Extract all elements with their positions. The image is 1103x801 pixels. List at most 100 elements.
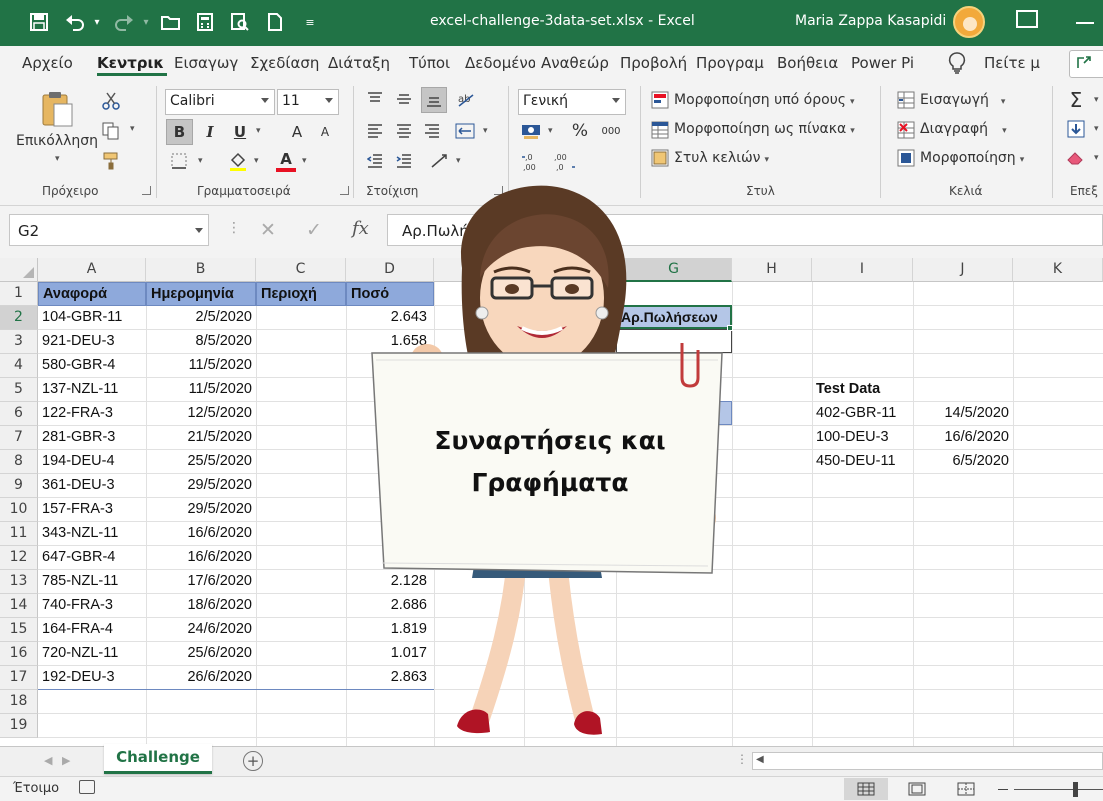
- tab-insert[interactable]: Εισαγωγ: [174, 54, 244, 72]
- column-header-h[interactable]: H: [732, 258, 812, 282]
- shrink-font-button[interactable]: A: [314, 119, 336, 145]
- cell-date[interactable]: 24/6/2020: [146, 618, 256, 642]
- test-data-date[interactable]: 6/5/2020: [913, 450, 1013, 474]
- test-data-reference[interactable]: 100-DEU-3: [812, 426, 913, 450]
- name-box[interactable]: G2: [9, 214, 209, 246]
- align-bottom-icon[interactable]: [421, 87, 447, 113]
- format-as-table-button[interactable]: Μορφοποίηση ως πίνακα ▾: [674, 121, 855, 137]
- sheet-tab-challenge[interactable]: Challenge: [104, 744, 212, 774]
- ribbon-display-options-icon[interactable]: [1016, 10, 1038, 28]
- zoom-slider-thumb[interactable]: [1073, 782, 1078, 797]
- test-data-date[interactable]: 16/6/2020: [913, 426, 1013, 450]
- horizontal-scrollbar[interactable]: [752, 752, 1103, 770]
- tab-home[interactable]: Κεντρικ: [97, 54, 167, 76]
- user-name[interactable]: Maria Zappa Kasapidi: [795, 13, 946, 29]
- align-top-icon[interactable]: [364, 88, 386, 110]
- cell-reference[interactable]: 343-NZL-11: [38, 522, 146, 546]
- tab-developer[interactable]: Προγραμ: [696, 54, 768, 72]
- percent-button[interactable]: %: [569, 119, 591, 143]
- row-header[interactable]: 14: [0, 594, 38, 618]
- column-header-k[interactable]: K: [1013, 258, 1103, 282]
- next-sheet-icon[interactable]: ▶: [62, 754, 70, 767]
- clear-dropdown-icon[interactable]: ▾: [1094, 153, 1099, 163]
- tab-formulas[interactable]: Τύποι: [409, 54, 457, 72]
- align-right-icon[interactable]: [421, 120, 443, 142]
- copy-icon[interactable]: [100, 120, 122, 142]
- italic-button[interactable]: I: [198, 119, 222, 145]
- conditional-formatting-button[interactable]: Μορφοποίηση υπό όρους ▾: [674, 92, 855, 108]
- align-middle-icon[interactable]: [393, 88, 415, 110]
- tell-me-search[interactable]: Πείτε μ: [984, 54, 1040, 72]
- cell-date[interactable]: 25/6/2020: [146, 642, 256, 666]
- redo-dropdown-icon[interactable]: ▾: [133, 9, 159, 35]
- cancel-entry-icon[interactable]: ✕: [260, 219, 276, 241]
- decrease-indent-icon[interactable]: [364, 150, 386, 172]
- page-layout-view-icon[interactable]: [895, 778, 939, 800]
- select-all-button[interactable]: [0, 258, 38, 282]
- cell-reference[interactable]: 137-NZL-11: [38, 378, 146, 402]
- row-header[interactable]: 11: [0, 522, 38, 546]
- align-left-icon[interactable]: [364, 120, 386, 142]
- increase-decimal-icon[interactable]: ,0,00: [520, 150, 546, 174]
- text-orientation-icon[interactable]: ab: [454, 88, 478, 110]
- test-data-reference[interactable]: 402-GBR-11: [812, 402, 913, 426]
- font-family-select[interactable]: Calibri: [165, 89, 275, 115]
- copy-dropdown-icon[interactable]: ▾: [130, 124, 135, 134]
- format-painter-icon[interactable]: [100, 150, 122, 172]
- lightbulb-icon[interactable]: [948, 52, 968, 76]
- add-sheet-button[interactable]: +: [243, 751, 263, 771]
- column-header-i[interactable]: I: [812, 258, 913, 282]
- wrap-text-icon[interactable]: [453, 120, 477, 142]
- cell-date[interactable]: 25/5/2020: [146, 450, 256, 474]
- row-header[interactable]: 19: [0, 714, 38, 738]
- borders-icon[interactable]: [168, 150, 190, 172]
- row-header[interactable]: 8: [0, 450, 38, 474]
- scroll-left-icon[interactable]: ◀: [756, 754, 764, 765]
- row-header[interactable]: 16: [0, 642, 38, 666]
- customize-toolbar-icon[interactable]: ≡: [297, 9, 323, 35]
- row-header[interactable]: 9: [0, 474, 38, 498]
- autosum-icon[interactable]: Σ: [1064, 88, 1088, 112]
- row-header[interactable]: 6: [0, 402, 38, 426]
- print-preview-icon[interactable]: [227, 9, 253, 35]
- row-header[interactable]: 5: [0, 378, 38, 402]
- undo-dropdown-icon[interactable]: ▾: [84, 9, 110, 35]
- column-header-c[interactable]: C: [256, 258, 346, 282]
- decrease-decimal-icon[interactable]: ,00,0: [551, 150, 577, 174]
- insert-cells-button[interactable]: Εισαγωγή ▾: [920, 92, 1005, 108]
- align-center-icon[interactable]: [393, 120, 415, 142]
- calculator-icon[interactable]: [192, 9, 218, 35]
- borders-dropdown-icon[interactable]: ▾: [198, 156, 203, 166]
- row-header[interactable]: 15: [0, 618, 38, 642]
- row-header[interactable]: 7: [0, 426, 38, 450]
- cell-reference[interactable]: 164-FRA-4: [38, 618, 146, 642]
- accessibility-icon[interactable]: [79, 780, 95, 794]
- cell-date[interactable]: 18/6/2020: [146, 594, 256, 618]
- format-cells-icon[interactable]: [896, 148, 916, 168]
- tab-data[interactable]: Δεδομένα: [465, 54, 535, 72]
- test-data-reference[interactable]: 450-DEU-11: [812, 450, 913, 474]
- column-header-j[interactable]: J: [913, 258, 1013, 282]
- row-header[interactable]: 12: [0, 546, 38, 570]
- format-as-table-icon[interactable]: [650, 120, 670, 140]
- insert-cells-icon[interactable]: [896, 90, 916, 110]
- paste-button[interactable]: Επικόλληση: [16, 133, 98, 149]
- cell-reference[interactable]: 104-GBR-11: [38, 306, 146, 330]
- delete-cells-icon[interactable]: [896, 120, 916, 140]
- cell-date[interactable]: 29/5/2020: [146, 498, 256, 522]
- cell-reference[interactable]: 785-NZL-11: [38, 570, 146, 594]
- row-header[interactable]: 2: [0, 306, 38, 330]
- fill-down-icon[interactable]: [1064, 118, 1088, 140]
- comma-style-button[interactable]: 000: [600, 121, 622, 141]
- fill-color-dropdown-icon[interactable]: ▾: [254, 156, 259, 166]
- paste-icon[interactable]: [40, 90, 74, 128]
- accounting-format-icon[interactable]: [520, 120, 544, 142]
- cut-icon[interactable]: [100, 90, 122, 112]
- cell-date[interactable]: 11/5/2020: [146, 354, 256, 378]
- row-header[interactable]: 18: [0, 690, 38, 714]
- tab-power-pivot[interactable]: Power Pi: [851, 54, 923, 72]
- tab-review[interactable]: Αναθεώρ: [541, 54, 613, 72]
- row-header[interactable]: 4: [0, 354, 38, 378]
- cell-date[interactable]: 29/5/2020: [146, 474, 256, 498]
- tab-design[interactable]: Σχεδίαση: [250, 54, 323, 72]
